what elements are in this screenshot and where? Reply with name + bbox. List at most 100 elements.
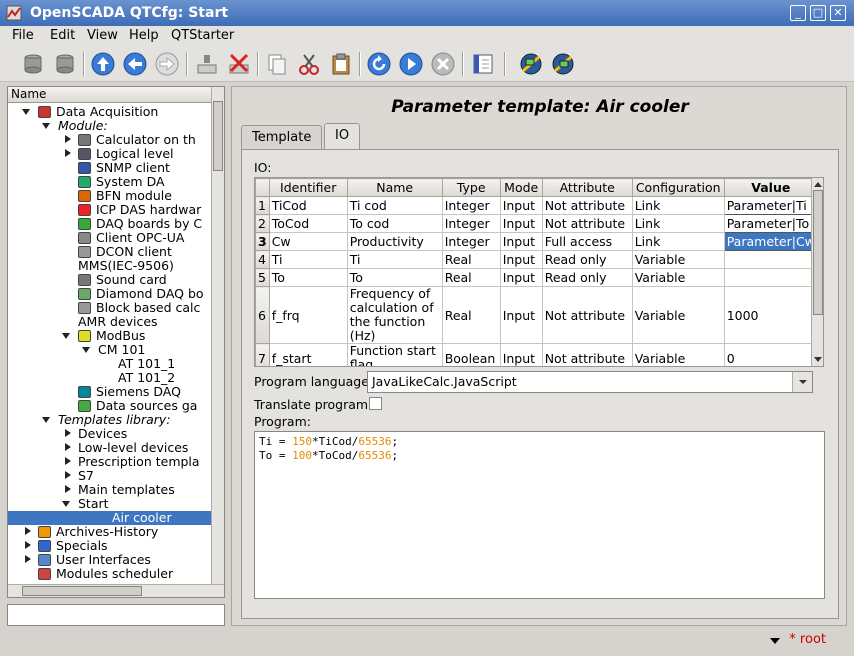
cell-attr[interactable]: Full access — [541, 232, 633, 251]
expand-right-icon[interactable] — [25, 541, 31, 549]
cell-conf[interactable]: Variable — [631, 343, 725, 366]
cell-value[interactable]: 1000 — [723, 286, 818, 344]
expand-down-icon[interactable] — [62, 501, 70, 507]
cell-value[interactable] — [723, 250, 818, 269]
tree-item[interactable]: CM 101 — [98, 343, 211, 357]
io-table[interactable]: Identifier Name Type Mode Attribute Conf… — [254, 177, 824, 367]
copy-icon[interactable] — [264, 51, 290, 77]
tree-item[interactable]: SNMP client — [96, 161, 211, 175]
combo-dropdown-button[interactable] — [792, 372, 812, 392]
maximize-button[interactable]: □ — [810, 5, 826, 21]
tree-vertical-scrollbar[interactable] — [211, 87, 224, 584]
cell-conf[interactable]: Variable — [631, 286, 725, 344]
cell-mode[interactable]: Input — [499, 232, 543, 251]
menu-help[interactable]: Help — [129, 28, 159, 43]
expand-right-icon[interactable] — [25, 555, 31, 563]
close-window-button[interactable]: ✕ — [830, 5, 846, 21]
cell-conf[interactable]: Variable — [631, 268, 725, 287]
menu-file[interactable]: File — [12, 28, 34, 43]
tree-item[interactable]: ICP DAS hardwar — [96, 203, 211, 217]
tree-item[interactable]: BFN module — [96, 189, 211, 203]
cell-type[interactable]: Real — [441, 268, 501, 287]
tree-item[interactable]: Specials — [56, 539, 211, 553]
add-item-icon[interactable] — [194, 51, 220, 77]
cell-value[interactable]: Parameter|To — [723, 214, 818, 233]
tab-template[interactable]: Template — [241, 125, 323, 149]
expand-down-icon[interactable] — [82, 347, 90, 353]
tree-item[interactable]: Prescription templa — [78, 455, 211, 469]
tree-item[interactable]: Archives-History — [56, 525, 211, 539]
cell-mode[interactable]: Input — [499, 343, 543, 366]
cut-icon[interactable] — [296, 51, 322, 77]
tree-item[interactable]: Air cooler — [8, 511, 211, 525]
network-station-icon[interactable] — [518, 51, 544, 77]
cell-id[interactable]: f_start — [268, 343, 348, 366]
tree-hscroll-thumb[interactable] — [22, 586, 142, 596]
cell-value[interactable] — [723, 268, 818, 287]
cell-id[interactable]: Cw — [268, 232, 348, 251]
tree-item[interactable]: DAQ boards by C — [96, 217, 211, 231]
expand-right-icon[interactable] — [65, 471, 71, 479]
tree-item[interactable]: Client OPC-UA — [96, 231, 211, 245]
back-arrow-icon[interactable] — [122, 51, 148, 77]
col-configuration[interactable]: Configuration — [631, 178, 725, 197]
tree-item[interactable]: Data sources ga — [96, 399, 211, 413]
tree-filter-input[interactable] — [7, 604, 225, 626]
cell-name[interactable]: Productivity — [346, 232, 443, 251]
io-scroll-thumb[interactable] — [813, 190, 823, 315]
manual-book-icon[interactable] — [470, 51, 496, 77]
cell-conf[interactable]: Link — [631, 232, 725, 251]
io-table-scrollbar[interactable] — [811, 178, 823, 366]
tree-item[interactable]: Siemens DAQ — [96, 385, 211, 399]
program-editor[interactable]: Ti = 150*TiCod/65536; To = 100*ToCod/655… — [254, 431, 825, 599]
cell-id[interactable]: To — [268, 268, 348, 287]
remote-station-icon[interactable] — [550, 51, 576, 77]
cell-name[interactable]: Function start flag — [346, 343, 443, 366]
cell-conf[interactable]: Link — [631, 196, 725, 215]
db-save-icon[interactable] — [52, 51, 78, 77]
tree-item[interactable]: AMR devices — [78, 315, 211, 329]
tree-item[interactable]: Start — [78, 497, 211, 511]
tree-item[interactable]: Module: — [58, 119, 211, 133]
cell-mode[interactable]: Input — [499, 250, 543, 269]
start-icon[interactable] — [398, 51, 424, 77]
status-dropdown-icon[interactable] — [770, 638, 780, 644]
cell-id[interactable]: TiCod — [268, 196, 348, 215]
cell-value[interactable]: 0 — [723, 343, 818, 366]
tree-item[interactable]: MMS(IEC-9506) — [78, 259, 211, 273]
expand-down-icon[interactable] — [42, 123, 50, 129]
table-row[interactable]: 1 TiCod Ti cod Integer Input Not attribute Lin… — [255, 196, 818, 215]
translate-program-checkbox[interactable] — [369, 397, 382, 410]
tree-item[interactable]: Data Acquisition — [56, 105, 211, 119]
menu-view[interactable]: View — [87, 28, 118, 43]
cell-type[interactable]: Integer — [441, 214, 501, 233]
tree-item[interactable]: S7 — [78, 469, 211, 483]
cell-attr[interactable]: Read only — [541, 250, 633, 269]
tree-item[interactable]: Logical level — [96, 147, 211, 161]
expand-right-icon[interactable] — [25, 527, 31, 535]
table-row[interactable]: 2 ToCod To cod Integer Input Not attribute Lin… — [255, 214, 818, 233]
col-attribute[interactable]: Attribute — [541, 178, 633, 197]
tree-item[interactable]: System DA — [96, 175, 211, 189]
scroll-up-icon[interactable] — [813, 180, 823, 188]
cell-attr[interactable]: Not attribute — [541, 214, 633, 233]
table-row[interactable]: 5 To To Real Input Read only Variable — [255, 268, 818, 287]
cell-attr[interactable]: Not attribute — [541, 343, 633, 366]
cell-name[interactable]: To — [346, 268, 443, 287]
cell-name[interactable]: To cod — [346, 214, 443, 233]
tree-item[interactable]: Low-level devices — [78, 441, 211, 455]
col-name[interactable]: Name — [346, 178, 443, 197]
expand-down-icon[interactable] — [62, 333, 70, 339]
scroll-down-icon[interactable] — [813, 356, 823, 364]
cell-attr[interactable]: Not attribute — [541, 196, 633, 215]
expand-right-icon[interactable] — [65, 429, 71, 437]
tree-header-name[interactable]: Name — [8, 87, 212, 103]
navigation-tree[interactable]: Name Data Acquisition Module: Calculator o… — [7, 86, 225, 598]
cell-type[interactable]: Integer — [441, 232, 501, 251]
table-row[interactable]: 7 f_start Function start flag Boolean Input N… — [255, 343, 818, 366]
cell-attr[interactable]: Read only — [541, 268, 633, 287]
expand-down-icon[interactable] — [22, 109, 30, 115]
forward-arrow-icon[interactable] — [154, 51, 180, 77]
menu-qtstarter[interactable]: QTStarter — [171, 28, 234, 43]
tab-io[interactable]: IO — [324, 123, 361, 149]
